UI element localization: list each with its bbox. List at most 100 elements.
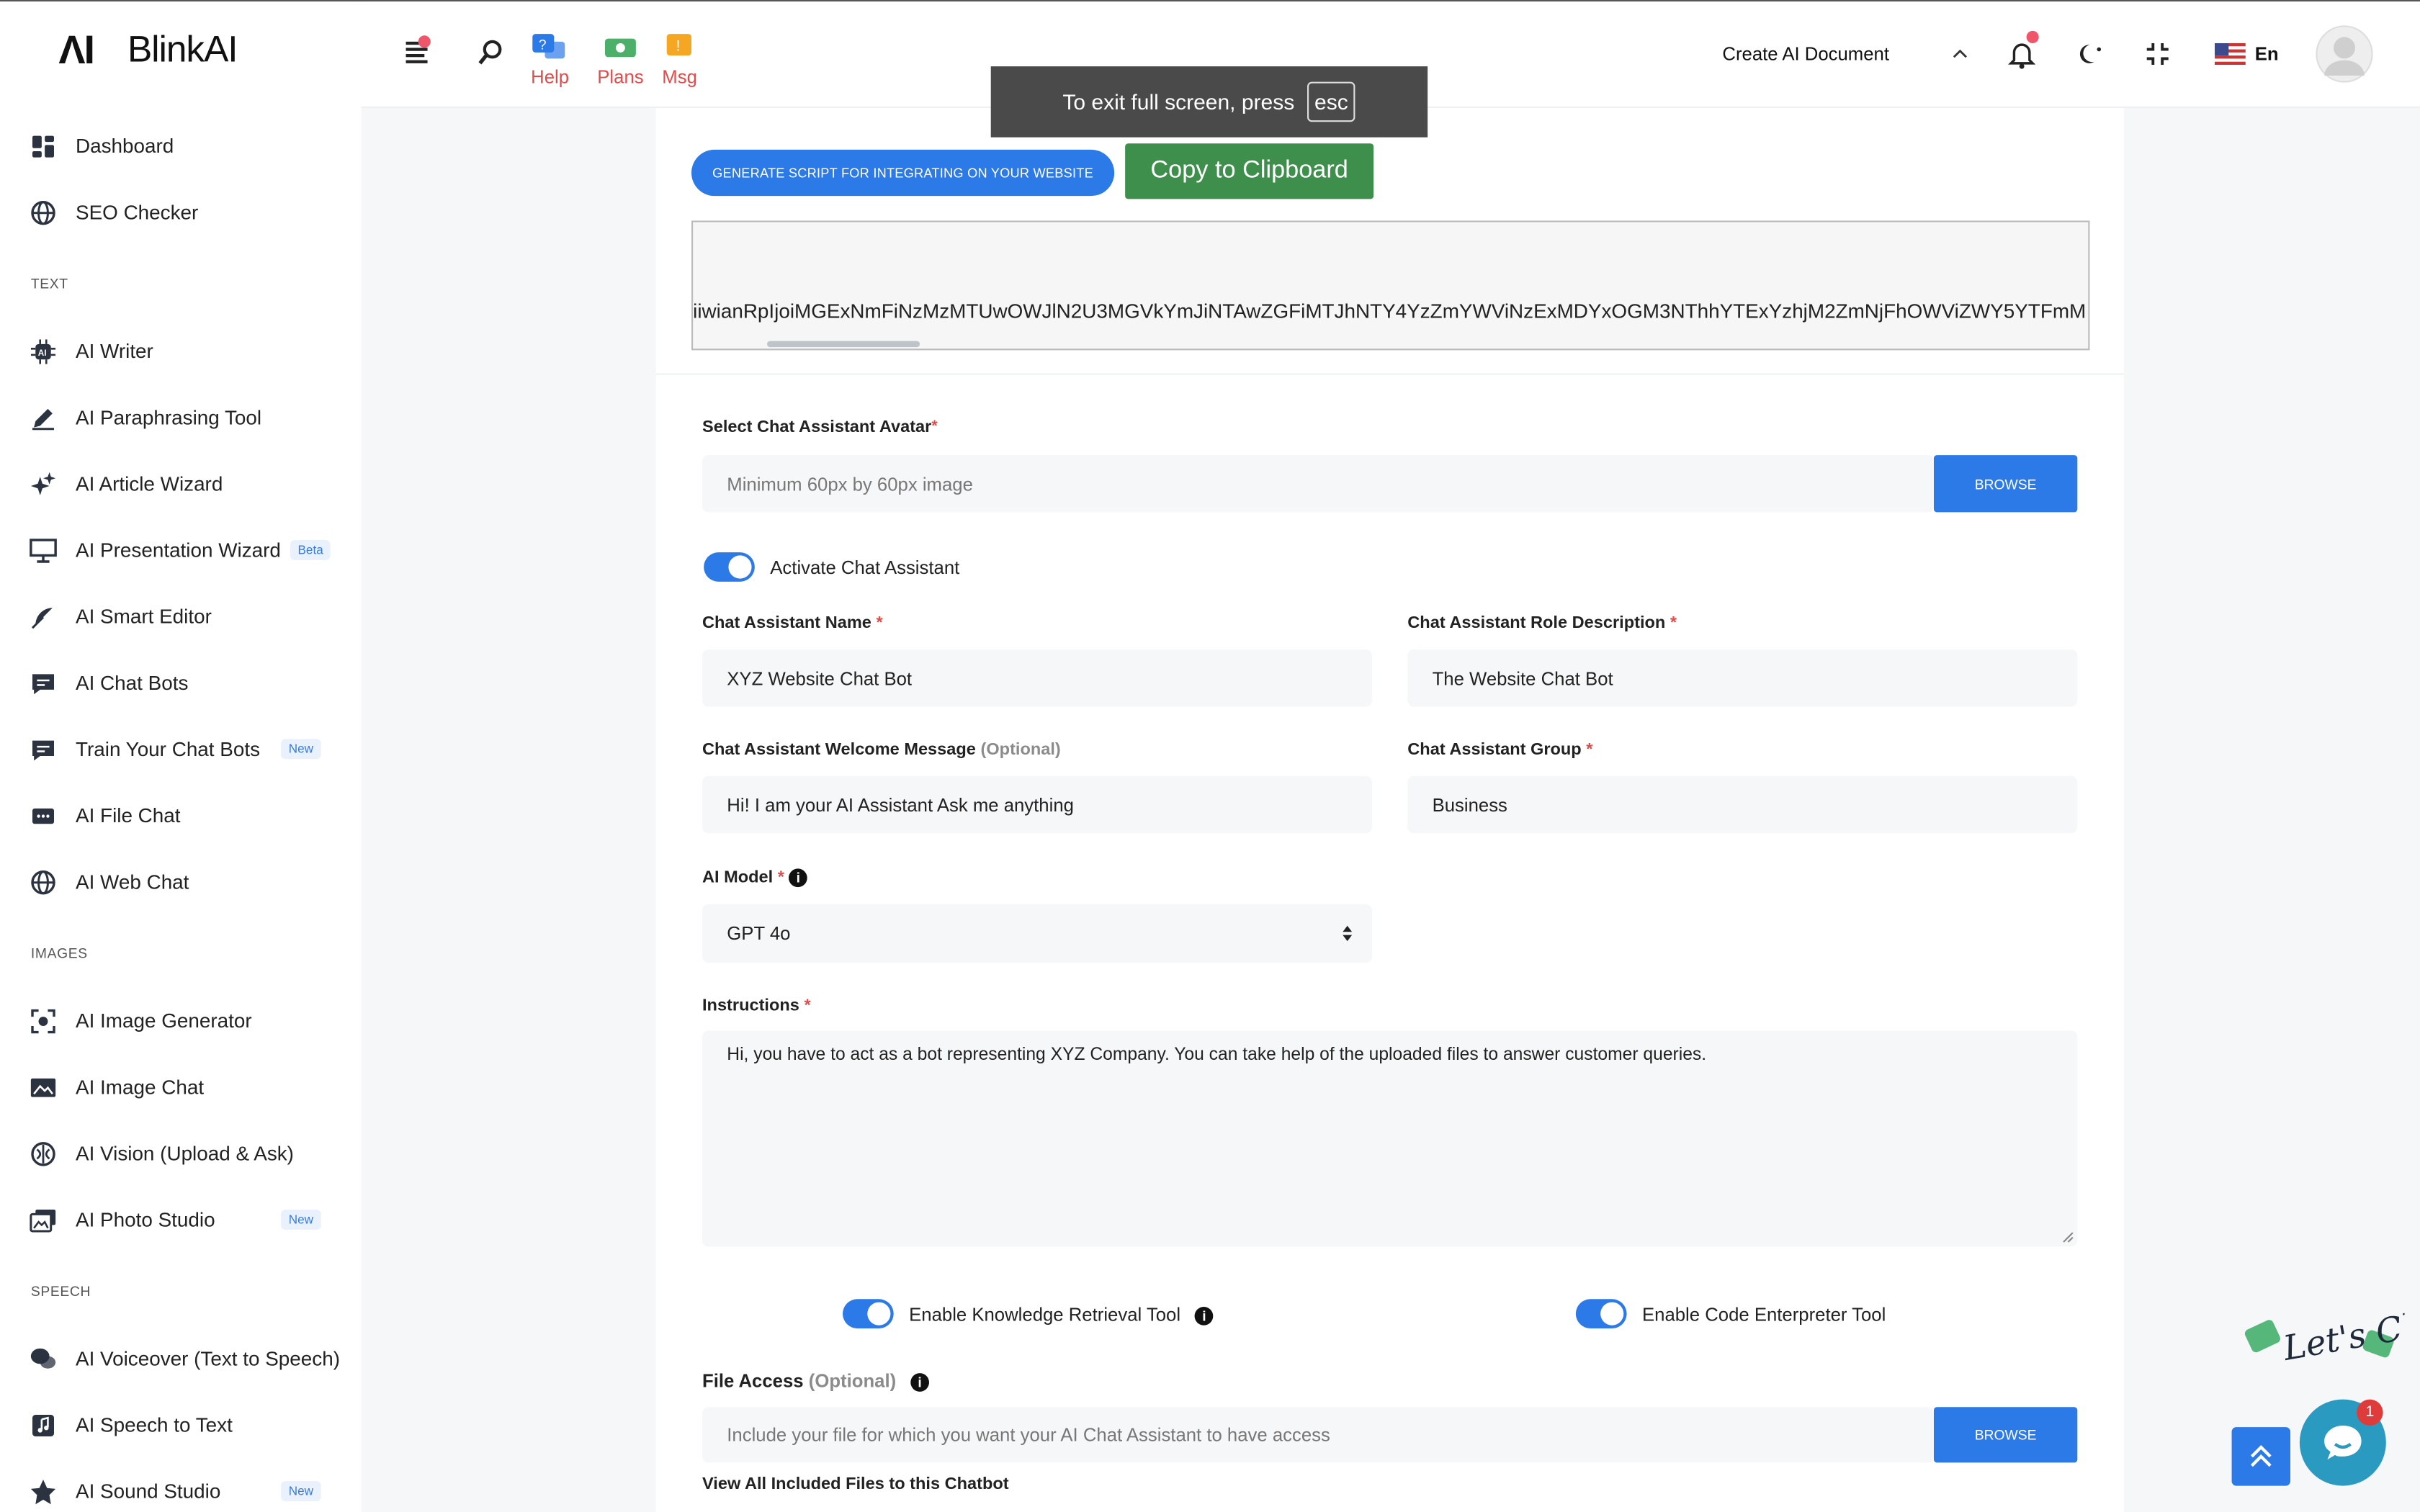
- sidebar-item-ai-sound-studio[interactable]: AI Sound Studio New: [0, 1458, 361, 1512]
- script-scrollbar[interactable]: [767, 341, 920, 348]
- divider: [655, 373, 2124, 375]
- help-chat-icon: ?: [533, 34, 566, 59]
- view-files-link[interactable]: View All Included Files to this Chatbot: [702, 1475, 1009, 1494]
- sidebar-item-dashboard[interactable]: Dashboard: [0, 112, 361, 179]
- sidebar-item-ai-chat-bots[interactable]: AI Chat Bots: [0, 649, 361, 716]
- sidebar-item-label: AI Presentation Wizard: [76, 538, 281, 562]
- msg-button[interactable]: ! Msg: [662, 32, 697, 88]
- dark-mode-icon[interactable]: [2076, 1, 2104, 107]
- lets-chat-sticker[interactable]: Let's Chat: [2232, 1299, 2420, 1409]
- chat-bubble-icon: [2324, 1425, 2362, 1460]
- sidebar-item-label: AI Speech to Text: [76, 1413, 233, 1436]
- knowledge-retrieval-toggle[interactable]: [843, 1299, 894, 1328]
- avatar-input[interactable]: Minimum 60px by 60px image: [702, 455, 1934, 513]
- select-arrows-icon: [1343, 925, 1353, 942]
- sidebar-item-ai-speech-to-text[interactable]: AI Speech to Text: [0, 1392, 361, 1458]
- bell-icon[interactable]: [2008, 1, 2039, 107]
- menu-icon[interactable]: [403, 34, 431, 65]
- avatar[interactable]: [2315, 1, 2373, 107]
- exit-fullscreen-icon[interactable]: [2146, 1, 2170, 107]
- sidebar-item-ai-web-chat[interactable]: AI Web Chat: [0, 849, 361, 915]
- instructions-textarea[interactable]: Hi, you have to act as a bot representin…: [702, 1030, 2078, 1247]
- generate-script-button[interactable]: GENERATE SCRIPT FOR INTEGRATING ON YOUR …: [691, 149, 1115, 197]
- sidebar-item-label: AI Vision (Upload & Ask): [76, 1141, 294, 1165]
- create-document-button[interactable]: Create AI Document: [1722, 1, 1889, 107]
- info-icon[interactable]: i: [910, 1372, 929, 1392]
- role-label: Chat Assistant Role Description *: [1407, 613, 1677, 633]
- us-flag-icon: [2215, 43, 2246, 65]
- resize-handle-icon: [2063, 1232, 2074, 1243]
- sidebar-item-ai-image-chat[interactable]: AI Image Chat: [0, 1054, 361, 1120]
- copy-to-clipboard-button[interactable]: Copy to Clipboard: [1125, 143, 1374, 199]
- chat-icon: [30, 669, 58, 697]
- sidebar-item-seo-checker[interactable]: SEO Checker: [0, 179, 361, 246]
- chatbot-form-card: GENERATE SCRIPT FOR INTEGRATING ON YOUR …: [655, 108, 2124, 1512]
- logo-text: BlinkAI: [127, 28, 238, 71]
- ai-chip-icon: AI: [30, 337, 58, 365]
- search-icon[interactable]: [477, 39, 505, 67]
- group-label-text: Chat Assistant Group: [1407, 740, 1582, 760]
- instructions-label: Instructions *: [702, 996, 811, 1015]
- language-selector[interactable]: En: [2215, 1, 2279, 107]
- welcome-input[interactable]: Hi! I am your AI Assistant Ask me anythi…: [702, 775, 1372, 834]
- group-value: Business: [1432, 793, 1507, 816]
- plans-button[interactable]: Plans: [597, 32, 644, 88]
- avatar-placeholder: Minimum 60px by 60px image: [727, 472, 973, 495]
- globe-icon: [30, 868, 58, 896]
- sidebar-item-ai-image-generator[interactable]: AI Image Generator: [0, 987, 361, 1053]
- sidebar-item-ai-file-chat[interactable]: AI File Chat: [0, 782, 361, 848]
- model-label: AI Model * i: [702, 868, 808, 888]
- role-input[interactable]: The Website Chat Bot: [1407, 649, 2078, 707]
- sidebar-item-label: Train Your Chat Bots: [76, 737, 261, 761]
- role-label-text: Chat Assistant Role Description: [1407, 613, 1666, 633]
- activate-toggle[interactable]: [704, 552, 755, 582]
- sidebar-item-label: AI Image Chat: [76, 1075, 205, 1099]
- model-select[interactable]: GPT 4o: [702, 904, 1372, 963]
- create-document-label: Create AI Document: [1722, 43, 1889, 65]
- avatar-browse-button[interactable]: BROWSE: [1934, 455, 2078, 513]
- sidebar-item-ai-vision-upload-ask[interactable]: AI Vision (Upload & Ask): [0, 1120, 361, 1187]
- file-access-label: File Access (Optional) i: [702, 1370, 929, 1392]
- message-icon: !: [667, 34, 692, 56]
- sidebar-item-ai-presentation-wizard[interactable]: AI Presentation Wizard Beta: [0, 517, 361, 583]
- sidebar-item-label: AI Image Generator: [76, 1009, 252, 1032]
- nav-section-text: TEXT: [30, 275, 68, 291]
- avatar-label-text: Select Chat Assistant Avatar: [702, 418, 932, 437]
- sidebar-item-ai-smart-editor[interactable]: AI Smart Editor: [0, 583, 361, 649]
- info-icon[interactable]: i: [789, 868, 808, 888]
- music-note-icon: [30, 1411, 58, 1439]
- sidebar-item-label: AI Voiceover (Text to Speech): [76, 1346, 340, 1370]
- help-button[interactable]: ? Help: [531, 32, 569, 88]
- model-value: GPT 4o: [727, 922, 791, 945]
- scroll-to-top-button[interactable]: [2231, 1427, 2290, 1486]
- svg-text:AI: AI: [38, 348, 47, 357]
- file-access-input[interactable]: Include your file for which you want you…: [702, 1407, 1934, 1463]
- sidebar-item-label: AI Writer: [76, 339, 153, 363]
- code-interpreter-toggle[interactable]: [1575, 1299, 1627, 1328]
- info-icon[interactable]: i: [1195, 1306, 1214, 1326]
- sidebar-item-label: AI Paraphrasing Tool: [76, 405, 262, 429]
- sidebar-item-label: AI Photo Studio: [76, 1207, 215, 1231]
- sidebar-item-ai-article-wizard[interactable]: AI Article Wizard: [0, 451, 361, 517]
- dashboard-icon: [30, 132, 58, 160]
- sidebar-item-ai-writer[interactable]: AI AI Writer: [0, 318, 361, 384]
- sidebar-item-train-your-chat-bots[interactable]: Train Your Chat Bots New: [0, 716, 361, 782]
- welcome-optional: (Optional): [980, 740, 1061, 760]
- name-input[interactable]: XYZ Website Chat Bot: [702, 649, 1372, 707]
- sidebar-item-ai-photo-studio[interactable]: AI Photo Studio New: [0, 1187, 361, 1253]
- speech-icon: [30, 1345, 58, 1373]
- welcome-value: Hi! I am your AI Assistant Ask me anythi…: [727, 793, 1074, 816]
- sidebar-item-ai-paraphrasing-tool[interactable]: AI Paraphrasing Tool: [0, 384, 361, 451]
- lets-chat-text: Let's Chat: [2280, 1302, 2404, 1369]
- file-browse-button[interactable]: BROWSE: [1934, 1407, 2078, 1463]
- language-label: En: [2254, 43, 2279, 65]
- sidebar-item-label: AI Smart Editor: [76, 605, 212, 629]
- file-access-placeholder: Include your file for which you want you…: [727, 1423, 1330, 1446]
- sidebar-item-label: SEO Checker: [76, 200, 199, 224]
- nav-section-images: IMAGES: [30, 945, 88, 960]
- logo[interactable]: ΛI BlinkAI: [58, 26, 238, 73]
- chevron-up-icon[interactable]: [1951, 1, 1970, 107]
- group-input[interactable]: Business: [1407, 775, 2078, 834]
- script-output[interactable]: iiwianRpIjoiMGExNmFiNzMzMTUwOWJlN2U3MGVk…: [691, 220, 2090, 351]
- sidebar-item-ai-voiceover-text-to-speech[interactable]: AI Voiceover (Text to Speech): [0, 1326, 361, 1392]
